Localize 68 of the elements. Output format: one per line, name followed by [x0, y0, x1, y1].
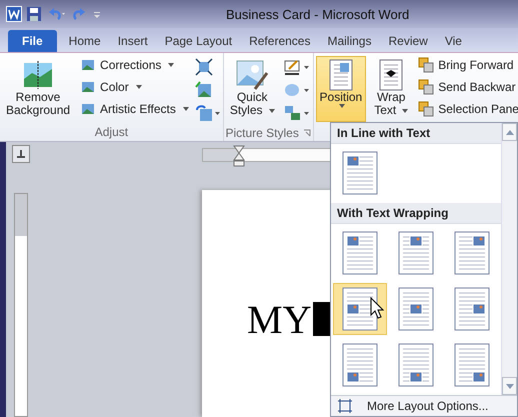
down-arrow-icon [506, 384, 514, 388]
picture-icon [80, 101, 96, 117]
file-tab[interactable]: File [8, 30, 57, 52]
page-layout-icon [454, 231, 490, 275]
picture-brush-icon [235, 59, 270, 91]
mouse-cursor-icon [370, 297, 384, 319]
caret-icon [168, 63, 174, 67]
ribbon-tab[interactable]: Vie [438, 30, 468, 52]
position-option[interactable] [333, 283, 387, 335]
up-arrow-icon [506, 130, 514, 134]
ribbon-tab[interactable]: Insert [112, 30, 154, 52]
ribbon-tab[interactable]: Home [62, 30, 107, 52]
page-layout-icon [454, 287, 490, 331]
document-text: MY [247, 302, 312, 338]
window-title: Business Card - Microsoft Word [226, 6, 410, 22]
quick-styles-button[interactable]: Quick Styles [226, 56, 279, 125]
scroll-down-button[interactable] [502, 377, 517, 395]
section-heading: In Line with Text [331, 123, 501, 144]
caret-icon [339, 104, 346, 108]
layers-icon [418, 79, 434, 95]
arrange-button[interactable]: Bring Forward [416, 56, 518, 74]
group-label: Adjust [94, 125, 130, 141]
more-layout-options-item[interactable]: More Layout Options... [331, 395, 517, 416]
word-logo-icon[interactable] [6, 6, 22, 22]
change-picture-icon[interactable] [194, 81, 213, 99]
compress-pictures-icon[interactable] [194, 58, 213, 76]
indent-marker-icon[interactable] [233, 145, 245, 167]
caret-icon [402, 108, 408, 112]
page-layout-icon [454, 343, 490, 387]
position-button[interactable]: Position [316, 56, 366, 122]
page-layout-icon [342, 287, 378, 331]
layers-icon [418, 101, 434, 117]
landscape-picture-icon [22, 59, 54, 91]
remove-background-button[interactable]: Remove Background [2, 56, 74, 125]
ribbon-tab[interactable]: Page Layout [158, 30, 238, 52]
reset-picture-icon[interactable] [194, 104, 221, 122]
tab-selector-button[interactable] [12, 145, 30, 163]
ribbon-tab[interactable]: Mailings [321, 30, 378, 52]
page-layout-icon [342, 151, 378, 195]
menu-button[interactable]: Corrections [78, 56, 191, 74]
ribbon-tab[interactable]: Review [382, 30, 434, 52]
save-icon[interactable] [26, 6, 42, 22]
picture-icon [80, 57, 96, 73]
caret-icon [268, 108, 275, 112]
group-label: Picture Styles [226, 126, 299, 140]
dialog-launcher-icon[interactable] [302, 129, 311, 137]
tab-stop-icon [16, 150, 26, 158]
page-layout-icon [398, 287, 434, 331]
menu-button[interactable]: Artistic Effects [78, 100, 191, 118]
ribbon-tab[interactable]: References [243, 30, 316, 52]
picture-icon [80, 79, 96, 95]
layers-icon [418, 57, 434, 73]
wrap-text-button[interactable]: Wrap Text [370, 56, 412, 122]
arrange-button[interactable]: Send Backwar [416, 78, 518, 96]
page-picture-icon [326, 59, 355, 91]
caret-icon [136, 85, 142, 89]
section-heading: With Text Wrapping [331, 203, 501, 224]
page-layout-icon [342, 231, 378, 275]
picture-border-icon[interactable] [282, 58, 311, 76]
page-wrap-icon [377, 59, 406, 91]
caret-icon [182, 107, 189, 111]
menu-button[interactable]: Color [78, 78, 191, 96]
page-layout-icon [398, 231, 434, 275]
page-layout-icon [342, 343, 378, 387]
picture-layout-icon[interactable] [282, 104, 311, 122]
layout-frame-icon [337, 398, 353, 414]
scroll-up-button[interactable] [502, 123, 517, 141]
page-layout-icon [398, 343, 434, 387]
